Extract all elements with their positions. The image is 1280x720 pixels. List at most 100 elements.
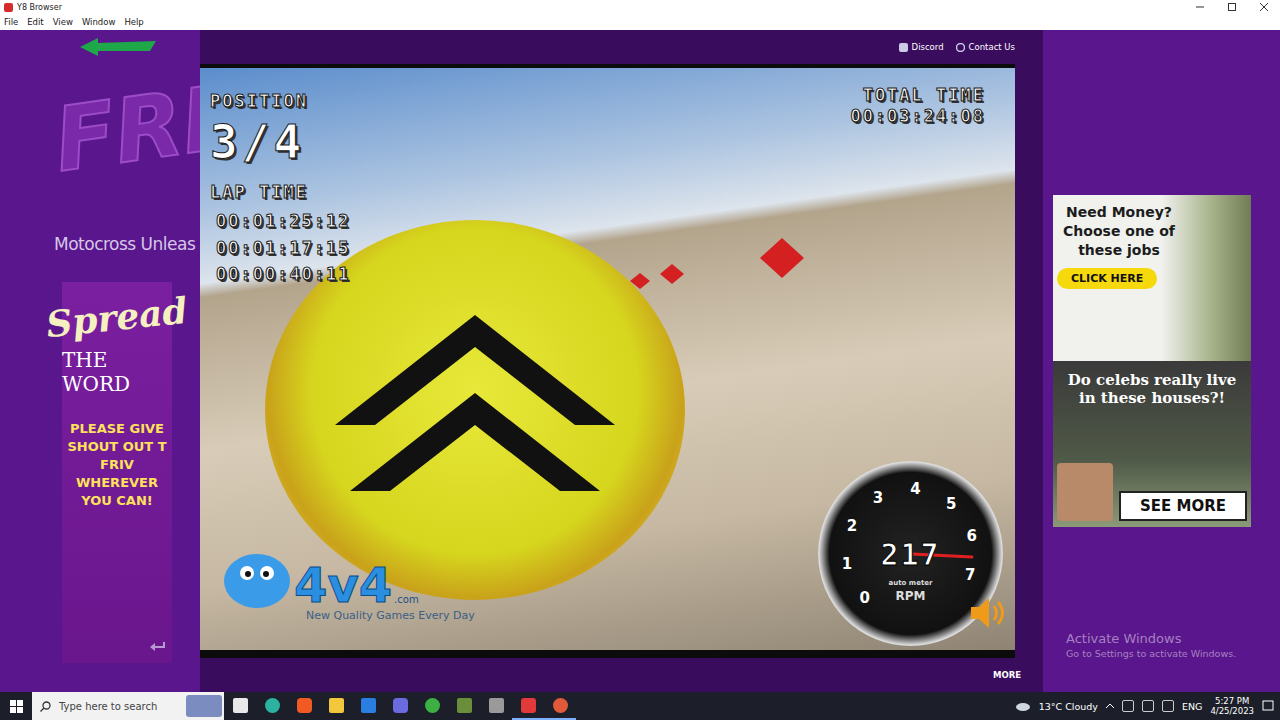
close-icon — [1260, 3, 1268, 11]
title-bar: Y8 Browser — [0, 0, 1280, 14]
ad-photo — [1057, 463, 1113, 521]
gauge-tick: 5 — [941, 495, 961, 513]
app-icon — [489, 698, 504, 713]
menu-item[interactable]: Edit — [27, 17, 43, 27]
gauge-brand: auto meter — [818, 579, 1003, 587]
sound-toggle[interactable] — [969, 596, 1009, 634]
friv-logo: FRI — [0, 50, 224, 219]
promo-line: SHOUT OUT T — [67, 438, 166, 456]
maximize-button[interactable] — [1216, 0, 1248, 14]
close-button[interactable] — [1248, 0, 1280, 14]
taskbar-app[interactable] — [256, 692, 288, 720]
right-sidebar: Need Money? Choose one of these jobs CLIC… — [1043, 30, 1280, 692]
lap-time: 00:01:17:15 — [216, 239, 351, 258]
start-button[interactable] — [0, 692, 32, 720]
windows-icon — [10, 700, 23, 713]
speaker-icon — [969, 596, 1009, 630]
app-icon — [553, 698, 568, 713]
promo-title: Spread — [44, 289, 189, 346]
taskbar-app[interactable] — [480, 692, 512, 720]
page: FRI Motocross Unleas SpreadTHE WORDPLEASE … — [0, 30, 1280, 692]
top-link[interactable]: Discord — [899, 42, 944, 52]
taskbar-app[interactable] — [320, 692, 352, 720]
taskbar-app[interactable] — [448, 692, 480, 720]
menu-item[interactable]: Help — [124, 17, 143, 27]
lap-time: 00:00:40:11 — [216, 265, 351, 284]
mail-icon — [361, 698, 376, 713]
taskbar-app[interactable] — [288, 692, 320, 720]
gauge-tick: 7 — [960, 566, 980, 584]
race-hud: POSITION3/4LAP TIME00:01:25:1200:01:17:1… — [210, 92, 351, 284]
gauge-tick: 1 — [837, 555, 857, 573]
taskbar-app[interactable] — [352, 692, 384, 720]
maximize-icon — [1228, 3, 1236, 11]
taskbar-app[interactable] — [544, 692, 576, 720]
ad-headline: Need Money? Choose one of these jobs — [1057, 203, 1181, 260]
app-icon — [425, 698, 440, 713]
taskbar-app[interactable] — [384, 692, 416, 720]
search-icon — [40, 701, 51, 712]
discord-icon — [899, 43, 908, 52]
opponent-markers-icon — [620, 236, 840, 296]
more-link[interactable]: MORE — [993, 670, 1021, 680]
gauge-tick: 3 — [868, 489, 888, 507]
clock[interactable]: 5:27 PM4/25/2023 — [1210, 696, 1254, 716]
taskbar-app[interactable] — [416, 692, 448, 720]
ad-headline: Do celebs really live in these houses?! — [1057, 371, 1247, 407]
taskbar-search[interactable]: Type here to search — [32, 692, 224, 720]
language-indicator[interactable]: ENG — [1182, 701, 1202, 712]
position-label: POSITION — [210, 92, 351, 111]
menu-item[interactable]: Window — [82, 17, 116, 27]
total-time-value: 00:03:24:08 — [850, 107, 985, 126]
gauge-tick: 0 — [855, 589, 875, 607]
notification-icon[interactable] — [1262, 700, 1274, 712]
lap-time: 00:01:25:12 — [216, 212, 351, 231]
search-highlight-icon — [186, 695, 222, 717]
file-explorer-icon — [329, 698, 344, 713]
system-tray: 13°C Cloudy ENG 5:27 PM4/25/2023 — [1015, 696, 1280, 716]
volume-icon — [1142, 700, 1154, 712]
sponsor-logo: 4v4.comNew Quality Games Every Day — [222, 547, 475, 622]
brave-icon — [297, 698, 312, 713]
top-links: Discord Contact Us — [200, 30, 1043, 64]
game-title: Motocross Unleas — [54, 234, 195, 254]
promo-line: FRIV — [100, 456, 134, 474]
taskbar-app[interactable] — [512, 692, 544, 720]
promo-message: PLEASE GIVESHOUT OUT TFRIVWHEREVERYOU CA… — [67, 420, 166, 510]
return-arrow-icon[interactable] — [150, 641, 166, 653]
weather-icon — [1015, 701, 1031, 711]
taskbar: Type here to search 13°C Cloudy ENG 5:27 PM… — [0, 692, 1280, 720]
app-icon — [393, 698, 408, 713]
promo-line: YOU CAN! — [81, 492, 153, 510]
total-time-label: TOTAL TIME — [863, 86, 985, 105]
promo-line: PLEASE GIVE — [70, 420, 164, 438]
monster-icon — [222, 547, 292, 609]
battery-icon — [1162, 700, 1174, 712]
activation-watermark: Activate WindowsGo to Settings to activa… — [1066, 631, 1236, 659]
ad-button[interactable]: SEE MORE — [1119, 491, 1247, 521]
menu-item[interactable]: View — [53, 17, 73, 27]
contact-icon — [956, 43, 965, 52]
game-frame[interactable]: POSITION3/4LAP TIME00:01:25:1200:01:17:1… — [200, 64, 1015, 658]
back-arrow-icon[interactable] — [80, 38, 156, 56]
network-icon — [1122, 700, 1134, 712]
left-sidebar: FRIMotocross UnleasSpreadTHE WORDPLEASE … — [0, 30, 200, 692]
menu-bar: File Edit View Window Help — [0, 14, 1280, 30]
promo-panel: SpreadTHE WORDPLEASE GIVESHOUT OUT TFRIV… — [62, 282, 172, 663]
ad-button[interactable]: CLICK HERE — [1057, 268, 1157, 289]
advertisement[interactable]: Need Money? Choose one of these jobs CLIC… — [1053, 195, 1251, 527]
total-time: TOTAL TIME 00:03:24:08 — [850, 86, 985, 125]
window-title: Y8 Browser — [17, 3, 62, 12]
menu-item[interactable]: File — [4, 17, 18, 27]
weather-text: 13°C Cloudy — [1039, 701, 1098, 712]
taskbar-app[interactable] — [224, 692, 256, 720]
edge-icon — [265, 698, 280, 713]
chevron-up-icon[interactable] — [1106, 703, 1114, 709]
top-link[interactable]: Contact Us — [956, 42, 1015, 52]
desktop: Y8 Browser File Edit View Window Help FRI Motoc… — [0, 0, 1280, 720]
gauge-tick: 2 — [842, 517, 862, 535]
gauge-tick: 4 — [906, 480, 926, 498]
minimize-button[interactable] — [1184, 0, 1216, 14]
chevron-icon — [335, 315, 615, 505]
minimize-icon — [1196, 3, 1204, 11]
